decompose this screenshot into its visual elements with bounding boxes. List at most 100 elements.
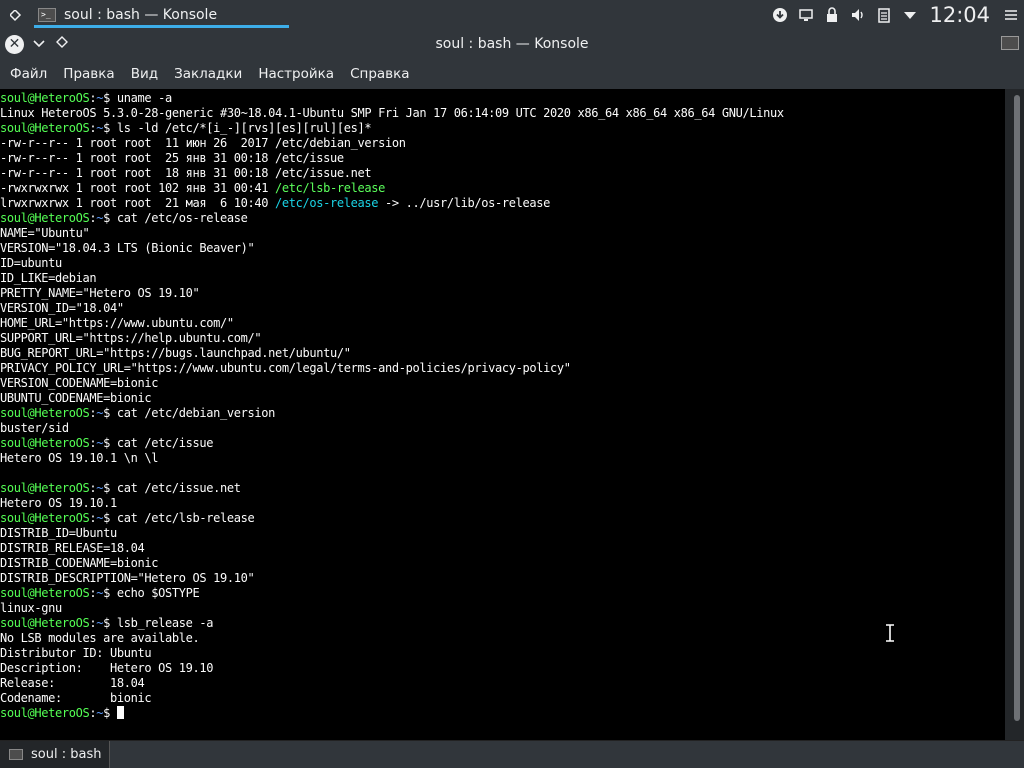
menubar: Файл Правка Вид Закладки Настройка Справ… (0, 59, 1024, 89)
output-text: buster/sid (0, 421, 69, 435)
output-line: PRETTY_NAME="Hetero OS 19.10" (0, 286, 1005, 301)
clock[interactable]: 12:04 (929, 3, 990, 27)
output-text: ID_LIKE=debian (0, 271, 97, 285)
command-line: soul@HeteroOS:~$ cat /etc/issue (0, 436, 214, 450)
prompt-path: ~ (96, 121, 104, 135)
prompt-user: soul@HeteroOS (0, 406, 90, 420)
output-line: Description: Hetero OS 19.10 (0, 661, 1005, 676)
terminal-cursor[interactable] (116, 706, 124, 719)
output-line: No LSB modules are available. (0, 631, 1005, 646)
prompt-path: ~ (96, 586, 104, 600)
session-tabbar: soul : bash (0, 740, 1024, 768)
scrollbar[interactable] (1005, 89, 1024, 740)
output-text: -rw-r--r-- 1 root root 11 июн 26 2017 /e… (0, 136, 406, 150)
volume-icon[interactable] (845, 0, 871, 30)
system-tray: 12:04 (767, 0, 1024, 30)
output-line: VERSION_CODENAME=bionic (0, 376, 1005, 391)
prompt-line: soul@HeteroOS:~$ (0, 706, 1005, 721)
prompt-path: ~ (96, 406, 104, 420)
command-line: soul@HeteroOS:~$ cat /etc/lsb-release (0, 511, 255, 525)
prompt-path: ~ (96, 481, 104, 495)
command-line: soul@HeteroOS:~$ lsb_release -a (0, 616, 214, 630)
prompt-user: soul@HeteroOS (0, 121, 90, 135)
output-text: -rw-r--r-- 1 root root 18 янв 31 00:18 /… (0, 166, 372, 180)
command-line: soul@HeteroOS:~$ uname -a (0, 91, 172, 105)
prompt-path: ~ (96, 706, 104, 720)
menu-help[interactable]: Справка (342, 61, 417, 87)
updates-icon[interactable] (767, 0, 793, 30)
terminal-output[interactable]: soul@HeteroOS:~$ uname -a Linux HeteroOS … (0, 89, 1005, 740)
output-text: UBUNTU_CODENAME=bionic (0, 391, 152, 405)
output-text: NAME="Ubuntu" (0, 226, 90, 240)
command-line: soul@HeteroOS:~$ ls -ld /etc/*[i_-][rvs]… (0, 121, 372, 135)
window-titlebar[interactable]: ✕ soul : bash — Konsole (0, 30, 1024, 59)
output-text: Linux HeteroOS 5.3.0-28-generic #30~18.0… (0, 106, 784, 120)
output-text: DISTRIB_ID=Ubuntu (0, 526, 117, 540)
menu-file[interactable]: Файл (2, 61, 55, 87)
terminal-icon: >_ (38, 8, 56, 22)
output-line: SUPPORT_URL="https://help.ubuntu.com/" (0, 331, 1005, 346)
output-text: -rw-r--r-- 1 root root 25 янв 31 00:18 /… (0, 151, 344, 165)
prompt-path: ~ (96, 91, 104, 105)
output-line: Hetero OS 19.10.1 (0, 496, 1005, 511)
command-text: lsb_release -a (116, 616, 214, 630)
command-text: cat /etc/os-release (116, 211, 248, 225)
output-line: DISTRIB_DESCRIPTION="Hetero OS 19.10" (0, 571, 1005, 586)
output-text: SUPPORT_URL="https://help.ubuntu.com/" (0, 331, 262, 345)
scrollbar-thumb[interactable] (1014, 95, 1020, 721)
taskbar-konsole-button[interactable]: >_ soul : bash — Konsole (34, 0, 289, 30)
output-text: VERSION_ID="18.04" (0, 301, 124, 315)
output-text: Release: 18.04 (0, 676, 145, 690)
prompt-user: soul@HeteroOS (0, 511, 90, 525)
tab-session[interactable]: soul : bash (0, 741, 110, 768)
panel-menu-icon[interactable] (998, 0, 1024, 30)
text-cursor-icon (885, 624, 895, 642)
output-line: NAME="Ubuntu" (0, 226, 1005, 241)
output-text: Hetero OS 19.10.1 \n \l (0, 451, 159, 465)
output-line: BUG_REPORT_URL="https://bugs.launchpad.n… (0, 346, 1005, 361)
output-line: Codename: bionic (0, 691, 1005, 706)
output-line: DISTRIB_ID=Ubuntu (0, 526, 1005, 541)
command-line: soul@HeteroOS:~$ echo $OSTYPE (0, 586, 200, 600)
prompt-user: soul@HeteroOS (0, 481, 90, 495)
command-line: soul@HeteroOS:~$ cat /etc/issue.net (0, 481, 241, 495)
output-line: ID_LIKE=debian (0, 271, 1005, 286)
prompt-user: soul@HeteroOS (0, 91, 90, 105)
output-text: VERSION="18.04.3 LTS (Bionic Beaver)" (0, 241, 255, 255)
tray-expand-icon[interactable] (897, 0, 923, 30)
command-text: echo $OSTYPE (116, 586, 200, 600)
output-line: PRIVACY_POLICY_URL="https://www.ubuntu.c… (0, 361, 1005, 376)
symlink-filename: /etc/os-release (275, 196, 379, 210)
terminal-icon (1001, 36, 1019, 50)
output-line: -rw-r--r-- 1 root root 11 июн 26 2017 /e… (0, 136, 1005, 151)
output-text: Codename: bionic (0, 691, 152, 705)
output-text: No LSB modules are available. (0, 631, 200, 645)
menu-edit[interactable]: Правка (55, 61, 122, 87)
output-line: lrwxrwxrwx 1 root root 21 мая 6 10:40 /e… (0, 196, 1005, 211)
output-line: -rwxrwxrwx 1 root root 102 янв 31 00:41 … (0, 181, 1005, 196)
network-icon[interactable] (793, 0, 819, 30)
file-meta: lrwxrwxrwx 1 root root 21 мая 6 10:40 (0, 196, 275, 210)
menu-settings[interactable]: Настройка (250, 61, 342, 87)
command-line: soul@HeteroOS:~$ cat /etc/os-release (0, 211, 248, 225)
app-launcher-icon[interactable] (0, 0, 30, 30)
output-line: linux-gnu (0, 601, 1005, 616)
output-line: Hetero OS 19.10.1 \n \l (0, 451, 1005, 466)
menu-view[interactable]: Вид (123, 61, 166, 87)
output-line: buster/sid (0, 421, 1005, 436)
symlink-target: -> ../usr/lib/os-release (378, 196, 550, 210)
command-text: uname -a (116, 91, 172, 105)
output-line: Release: 18.04 (0, 676, 1005, 691)
command-text: cat /etc/issue (116, 436, 214, 450)
command-line: soul@HeteroOS:~$ cat /etc/debian_version (0, 406, 275, 420)
output-line: Distributor ID: Ubuntu (0, 646, 1005, 661)
file-meta: -rwxrwxrwx 1 root root 102 янв 31 00:41 (0, 181, 275, 195)
lock-icon[interactable] (819, 0, 845, 30)
output-text: Distributor ID: Ubuntu (0, 646, 152, 660)
menu-bookmarks[interactable]: Закладки (166, 61, 250, 87)
clipboard-icon[interactable] (871, 0, 897, 30)
output-line: DISTRIB_CODENAME=bionic (0, 556, 1005, 571)
command-text: cat /etc/lsb-release (116, 511, 255, 525)
command-text: cat /etc/issue.net (116, 481, 241, 495)
output-text: HOME_URL="https://www.ubuntu.com/" (0, 316, 234, 330)
